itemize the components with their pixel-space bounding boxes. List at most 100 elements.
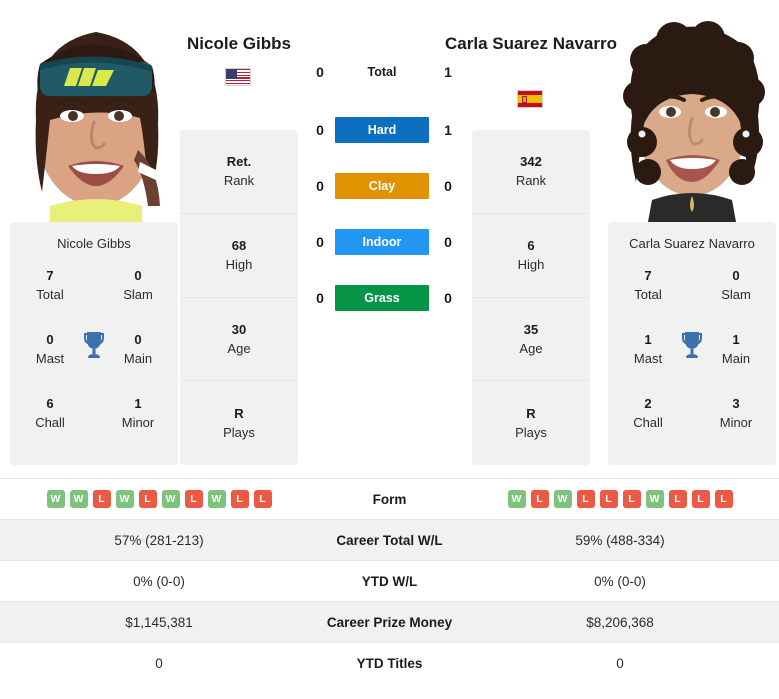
form-badge-left-7: W [207, 490, 226, 508]
form-badges-right: WLWLLLWLLL [479, 490, 761, 508]
titles-grid-left: 7 Total 0 Slam 0 Mast 0 Main 6 Chall 1 M… [10, 266, 178, 446]
profile-card-right: 342 Rank 6 High 35 Age R Plays [472, 130, 590, 465]
form-badge-right-0: W [507, 490, 526, 508]
table-row-form: WWLWLWLWLL Form WLWLLLWLLL [0, 478, 779, 519]
h2h-right-score-grass: 0 [444, 290, 452, 306]
titles-chall-left: 6 Chall [18, 394, 82, 432]
titles-mast-value-left: 0 [46, 332, 54, 347]
h2h-right-score-total: 1 [444, 64, 452, 80]
form-badge-left-5: W [161, 490, 180, 508]
titles-minor-left: 1 Minor [106, 394, 170, 432]
form-badge-left-0: W [46, 490, 65, 508]
profile-high-left: 68 High [180, 214, 298, 298]
h2h-label-hard[interactable]: Hard [335, 117, 429, 143]
titles-main-label-right: Main [721, 351, 751, 366]
profile-plays-value-right: R [526, 406, 536, 422]
titles-slam-label-left: Slam [123, 287, 153, 302]
career-prize-money-right: $8,206,368 [586, 614, 654, 630]
h2h-label-clay[interactable]: Clay [335, 173, 429, 199]
flag-usa-stripes [226, 69, 250, 85]
titles-chall-label-left: Chall [35, 415, 65, 430]
titles-slam-left: 0 Slam [106, 266, 170, 304]
trophy-icon [84, 332, 104, 358]
form-badge-left-8: L [230, 490, 249, 508]
flag-spain-bottom-band [518, 103, 542, 107]
h2h-right-score-indoor: 0 [444, 234, 452, 250]
titles-card-name-left: Nicole Gibbs [57, 236, 131, 251]
player-name-left: Nicole Gibbs [187, 34, 291, 53]
h2h-label-total: Total [367, 65, 397, 79]
career-total-wl-left: 57% (281-213) [114, 532, 204, 548]
player-photo-right[interactable] [608, 0, 776, 222]
titles-total-value-left: 7 [46, 268, 54, 283]
form-strip-left: WWLWLWLWLL [0, 490, 300, 508]
profile-rank-value-right: 342 [520, 154, 542, 170]
titles-mast-label-right: Mast [633, 351, 663, 366]
head-to-head-column: 0 Total 1 0 Hard 1 0 Clay 0 0 Indoor 0 0… [303, 62, 477, 344]
profile-age-left: 30 Age [180, 298, 298, 382]
profile-plays-value-left: R [234, 406, 244, 422]
titles-card-left: Nicole Gibbs 7 Total 0 Slam 0 Mast 0 Mai… [10, 222, 178, 465]
form-strip-right: WLWLLLWLLL [479, 490, 779, 508]
table-row-ytd-wl: 0% (0-0) YTD W/L 0% (0-0) [0, 560, 779, 601]
h2h-row-total: 0 Total 1 [303, 62, 477, 120]
profile-high-value-right: 6 [527, 238, 535, 254]
titles-total-value-right: 7 [644, 268, 652, 283]
form-badge-right-4: L [599, 490, 618, 508]
titles-minor-label-right: Minor [719, 415, 753, 430]
profile-plays-left: R Plays [180, 381, 298, 465]
titles-chall-value-left: 6 [46, 396, 54, 411]
titles-minor-value-left: 1 [134, 396, 142, 411]
form-badge-left-3: W [115, 490, 134, 508]
titles-minor-right: 3 Minor [704, 394, 768, 432]
titles-main-value-right: 1 [732, 332, 740, 347]
portrait-carla-suarez-navarro [608, 0, 776, 222]
ytd-wl-right: 0% (0-0) [594, 573, 646, 589]
titles-chall-value-right: 2 [644, 396, 652, 411]
profile-age-label-right: Age [519, 340, 543, 356]
h2h-left-score-total: 0 [316, 64, 324, 80]
titles-mast-left: 0 Mast [18, 330, 82, 368]
career-prize-money-left: $1,145,381 [125, 614, 193, 630]
profile-age-value-left: 30 [231, 321, 247, 337]
titles-chall-label-right: Chall [633, 415, 663, 430]
titles-total-label-right: Total [634, 287, 662, 302]
ytd-titles-left: 0 [155, 655, 163, 671]
career-total-wl-right: 59% (488-334) [575, 532, 665, 548]
flag-usa-icon [225, 68, 251, 86]
h2h-row-hard: 0 Hard 1 [303, 117, 477, 176]
row-label-ytd-wl: YTD W/L [361, 573, 418, 589]
form-badge-right-8: L [691, 490, 710, 508]
profile-age-right: 35 Age [472, 298, 590, 382]
form-badges-left: WWLWLWLWLL [18, 490, 300, 508]
flag-spain-icon [517, 90, 543, 108]
trophy-icon [682, 332, 702, 358]
h2h-row-grass: 0 Grass 0 [303, 285, 477, 344]
titles-minor-label-left: Minor [121, 415, 155, 430]
flag-usa-canton [226, 69, 237, 79]
profile-high-right: 6 High [472, 214, 590, 298]
profile-high-label-left: High [225, 257, 253, 273]
profile-high-value-left: 68 [231, 238, 247, 254]
flag-spain-body [518, 91, 542, 107]
form-badge-left-6: L [184, 490, 203, 508]
row-label-ytd-titles: YTD Titles [356, 655, 423, 671]
h2h-left-score-indoor: 0 [316, 234, 324, 250]
form-badge-right-3: L [576, 490, 595, 508]
h2h-label-indoor[interactable]: Indoor [335, 229, 429, 255]
form-badge-right-1: L [530, 490, 549, 508]
titles-main-label-left: Main [123, 351, 153, 366]
h2h-row-indoor: 0 Indoor 0 [303, 229, 477, 288]
row-label-career-total-wl: Career Total W/L [336, 532, 443, 548]
h2h-left-score-grass: 0 [316, 290, 324, 306]
form-badge-right-7: L [668, 490, 687, 508]
titles-total-right: 7 Total [616, 266, 680, 304]
titles-total-label-left: Total [36, 287, 64, 302]
form-badge-right-6: W [645, 490, 664, 508]
titles-mast-right: 1 Mast [616, 330, 680, 368]
titles-main-value-left: 0 [134, 332, 142, 347]
form-badge-left-4: L [138, 490, 157, 508]
player-name-right: Carla Suarez Navarro [445, 34, 617, 53]
ytd-titles-right: 0 [616, 655, 624, 671]
h2h-label-grass[interactable]: Grass [335, 285, 429, 311]
